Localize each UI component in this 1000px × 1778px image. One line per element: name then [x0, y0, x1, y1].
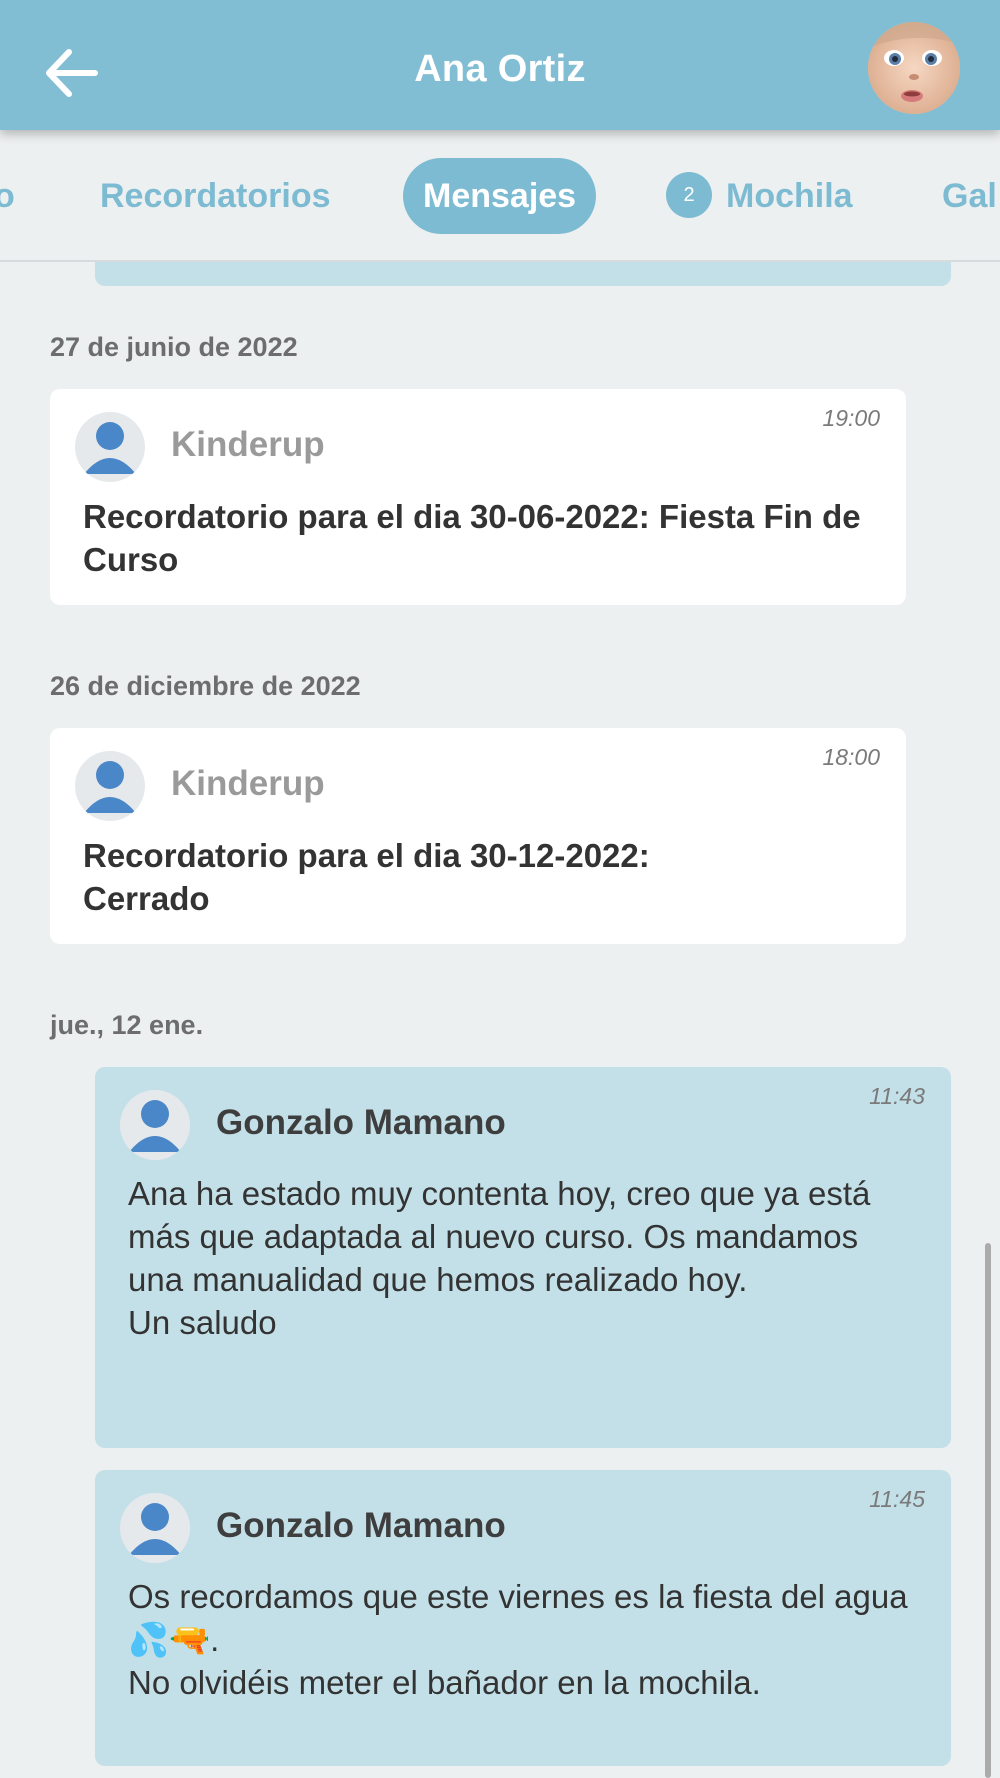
- message-text: Recordatorio para el dia 30-12-2022: Cer…: [83, 837, 650, 917]
- date-separator: jue., 12 ene.: [50, 1010, 204, 1040]
- message-time: 18:00: [822, 744, 880, 770]
- date-separator: 26 de diciembre de 2022: [50, 671, 361, 701]
- child-avatar[interactable]: [868, 22, 960, 114]
- page-title: Ana Ortiz: [414, 48, 586, 90]
- message-card[interactable]: 11:45 Gonzalo Mamano Os recordamos que e…: [95, 1470, 951, 1766]
- user-avatar-icon: [120, 1493, 190, 1563]
- user-avatar-icon: [75, 412, 145, 482]
- sender-name: Kinderup: [171, 425, 325, 464]
- sender-name: Gonzalo Mamano: [216, 1103, 506, 1142]
- sender-name: Gonzalo Mamano: [216, 1506, 506, 1545]
- tab-previous[interactable]: o: [0, 158, 15, 234]
- message-time: 19:00: [822, 405, 880, 431]
- tab-mochila-label: Mochila: [726, 177, 853, 215]
- scrollbar[interactable]: [985, 1243, 991, 1778]
- reminder-card[interactable]: 18:00 Kinderup Recordatorio para el dia …: [50, 728, 906, 944]
- message-text: Os recordamos que este viernes es la fie…: [128, 1578, 908, 1701]
- user-avatar-icon: [120, 1090, 190, 1160]
- tab-galeria[interactable]: Gal: [942, 158, 997, 234]
- previous-message-card[interactable]: [95, 262, 951, 286]
- message-text: Recordatorio para el dia 30-06-2022: Fie…: [83, 498, 861, 578]
- section-tabs: o Recordatorios Mensajes 2 Mochila Gal: [0, 130, 1000, 262]
- tab-recordatorios[interactable]: Recordatorios: [100, 158, 331, 234]
- reminder-card[interactable]: 19:00 Kinderup Recordatorio para el dia …: [50, 389, 906, 605]
- child-photo-icon: [868, 22, 960, 114]
- date-separator: 27 de junio de 2022: [50, 332, 298, 362]
- mochila-count-badge: 2: [666, 172, 712, 219]
- message-feed[interactable]: 27 de junio de 2022 19:00 Kinderup Recor…: [0, 262, 1000, 1778]
- message-text: Ana ha estado muy contenta hoy, creo que…: [128, 1175, 871, 1341]
- sender-name: Kinderup: [171, 764, 325, 803]
- message-card[interactable]: 11:43 Gonzalo Mamano Ana ha estado muy c…: [95, 1067, 951, 1448]
- message-time: 11:45: [869, 1486, 925, 1512]
- tab-mochila[interactable]: 2 Mochila: [666, 158, 853, 234]
- user-avatar-icon: [75, 751, 145, 821]
- tab-mensajes[interactable]: Mensajes: [403, 158, 597, 234]
- message-time: 11:43: [869, 1083, 925, 1109]
- app-header: Ana Ortiz: [0, 0, 1000, 130]
